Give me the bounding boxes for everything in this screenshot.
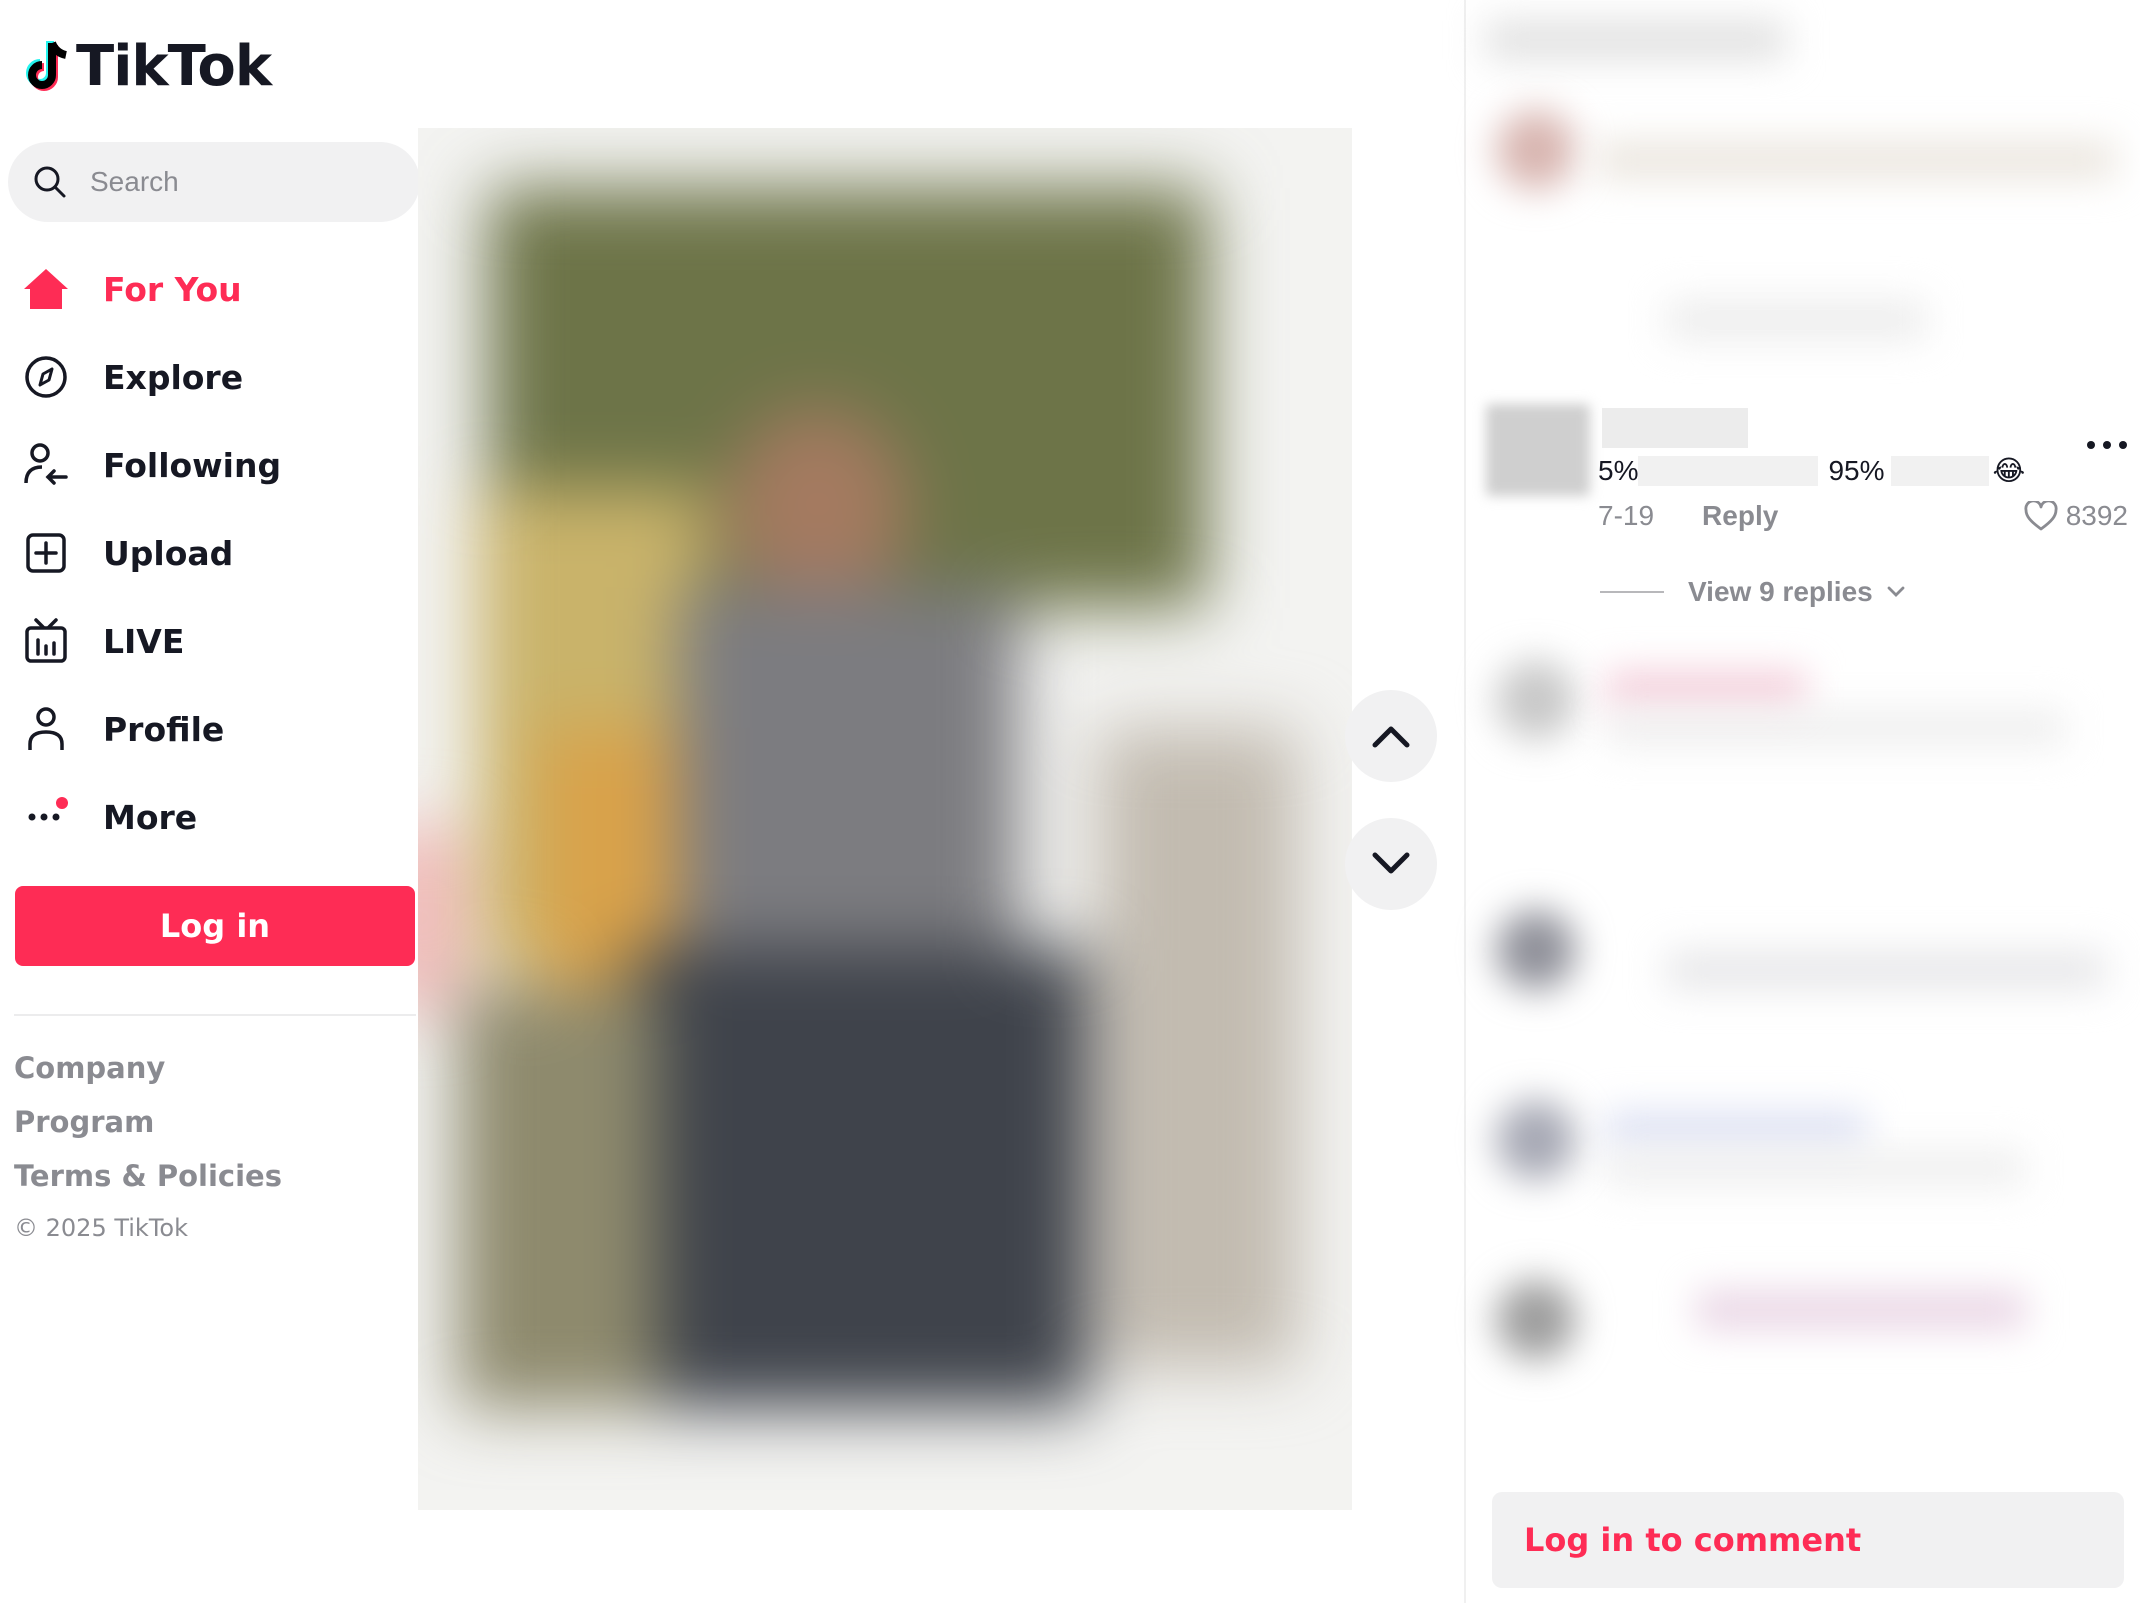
video-player[interactable] (418, 128, 1352, 1510)
sidebar-divider (14, 1014, 416, 1016)
blurred-avatar (1496, 1100, 1576, 1180)
comment-date: 7-19 (1598, 500, 1655, 531)
comment-meta: 7-19 Reply 8392 (1598, 500, 2128, 532)
next-video-button[interactable] (1345, 818, 1437, 910)
sidebar-item-label: LIVE (103, 621, 185, 661)
footer-link-company[interactable]: Company (14, 1048, 282, 1102)
video-frame-blurred (418, 128, 1352, 1510)
blurred-text (1606, 710, 2066, 746)
search-input[interactable] (88, 165, 392, 199)
footer-link-terms[interactable]: Terms & Policies (14, 1156, 282, 1210)
following-icon (22, 441, 70, 489)
sidebar-item-live[interactable]: LIVE (0, 597, 418, 685)
upload-icon (22, 529, 70, 577)
redacted-text (1638, 455, 1819, 486)
compass-icon (22, 353, 70, 401)
chevron-down-icon (1887, 586, 1905, 597)
heart-icon (2024, 501, 2058, 531)
search-bar[interactable] (8, 142, 420, 222)
sidebar-item-more[interactable]: More (0, 773, 418, 861)
login-to-comment-button[interactable]: Log in to comment (1492, 1492, 2124, 1588)
logo-text: TikTok (76, 34, 272, 99)
blurred-text (1666, 300, 1926, 340)
home-icon (22, 265, 70, 313)
sidebar-item-for-you[interactable]: For You (0, 245, 418, 333)
comment-more-button[interactable] (2086, 420, 2128, 459)
chevron-up-icon (1372, 726, 1410, 748)
login-to-comment-label: Log in to comment (1524, 1521, 1862, 1559)
blurred-avatar (1496, 110, 1576, 190)
reply-button[interactable]: Reply (1702, 500, 1778, 532)
blurred-text (1606, 1150, 2026, 1186)
comment-item: 5% 95% 😂 7-19 Reply 8392 View 9 replies (1476, 402, 2140, 642)
more-icon (22, 793, 70, 841)
blurred-avatar (1496, 910, 1576, 990)
sidebar: TikTok For You Explore Following (0, 0, 420, 1603)
sidebar-nav: For You Explore Following Upload LIVE Pr… (0, 245, 418, 861)
replies-line (1600, 591, 1664, 593)
blurred-avatar (1496, 1280, 1576, 1360)
view-replies-label: View 9 replies (1688, 576, 1873, 607)
blurred-text (1696, 1290, 2026, 1330)
sidebar-item-label: For You (103, 269, 242, 309)
profile-icon (22, 705, 70, 753)
comment-text: 5% 95% 😂 (1598, 454, 2025, 487)
footer-link-program[interactable]: Program (14, 1102, 282, 1156)
copyright: © 2025 TikTok (14, 1214, 188, 1242)
tiktok-note-icon (26, 40, 67, 91)
tiktok-logo[interactable]: TikTok (22, 34, 272, 99)
blurred-text (1596, 140, 2116, 180)
previous-video-button[interactable] (1345, 690, 1437, 782)
sidebar-item-label: Profile (103, 709, 225, 749)
sidebar-item-following[interactable]: Following (0, 421, 418, 509)
sidebar-item-profile[interactable]: Profile (0, 685, 418, 773)
sidebar-footer: Company Program Terms & Policies © 2025 … (14, 1048, 282, 1242)
like-button[interactable]: 8392 (2024, 500, 2128, 532)
emoji-laughing: 😂 (1992, 454, 2026, 487)
redacted-text (1890, 455, 1989, 486)
blurred-header (1486, 20, 1786, 60)
comment-text-part: 95% (1828, 454, 1885, 486)
sidebar-item-label: More (103, 797, 198, 837)
avatar[interactable] (1486, 404, 1590, 496)
login-button[interactable]: Log in (15, 886, 415, 966)
search-icon (34, 166, 66, 198)
more-dots-icon (2087, 441, 2127, 449)
comment-text-part: 5% (1598, 454, 1639, 486)
sidebar-item-label: Upload (103, 533, 234, 573)
sidebar-item-label: Following (103, 445, 282, 485)
blurred-avatar (1496, 660, 1576, 740)
username-redacted (1602, 408, 1748, 448)
sidebar-item-upload[interactable]: Upload (0, 509, 418, 597)
view-replies-button[interactable]: View 9 replies (1600, 576, 1905, 608)
comments-panel: 5% 95% 😂 7-19 Reply 8392 View 9 replies (1464, 0, 2140, 1603)
blurred-text (1606, 670, 1806, 710)
sidebar-item-explore[interactable]: Explore (0, 333, 418, 421)
blurred-text (1606, 1110, 1866, 1150)
live-icon (22, 617, 70, 665)
like-count: 8392 (2065, 500, 2128, 531)
chevron-down-icon (1372, 852, 1410, 874)
blurred-text (1666, 950, 2106, 990)
sidebar-item-label: Explore (103, 357, 244, 397)
notification-dot (56, 797, 68, 809)
